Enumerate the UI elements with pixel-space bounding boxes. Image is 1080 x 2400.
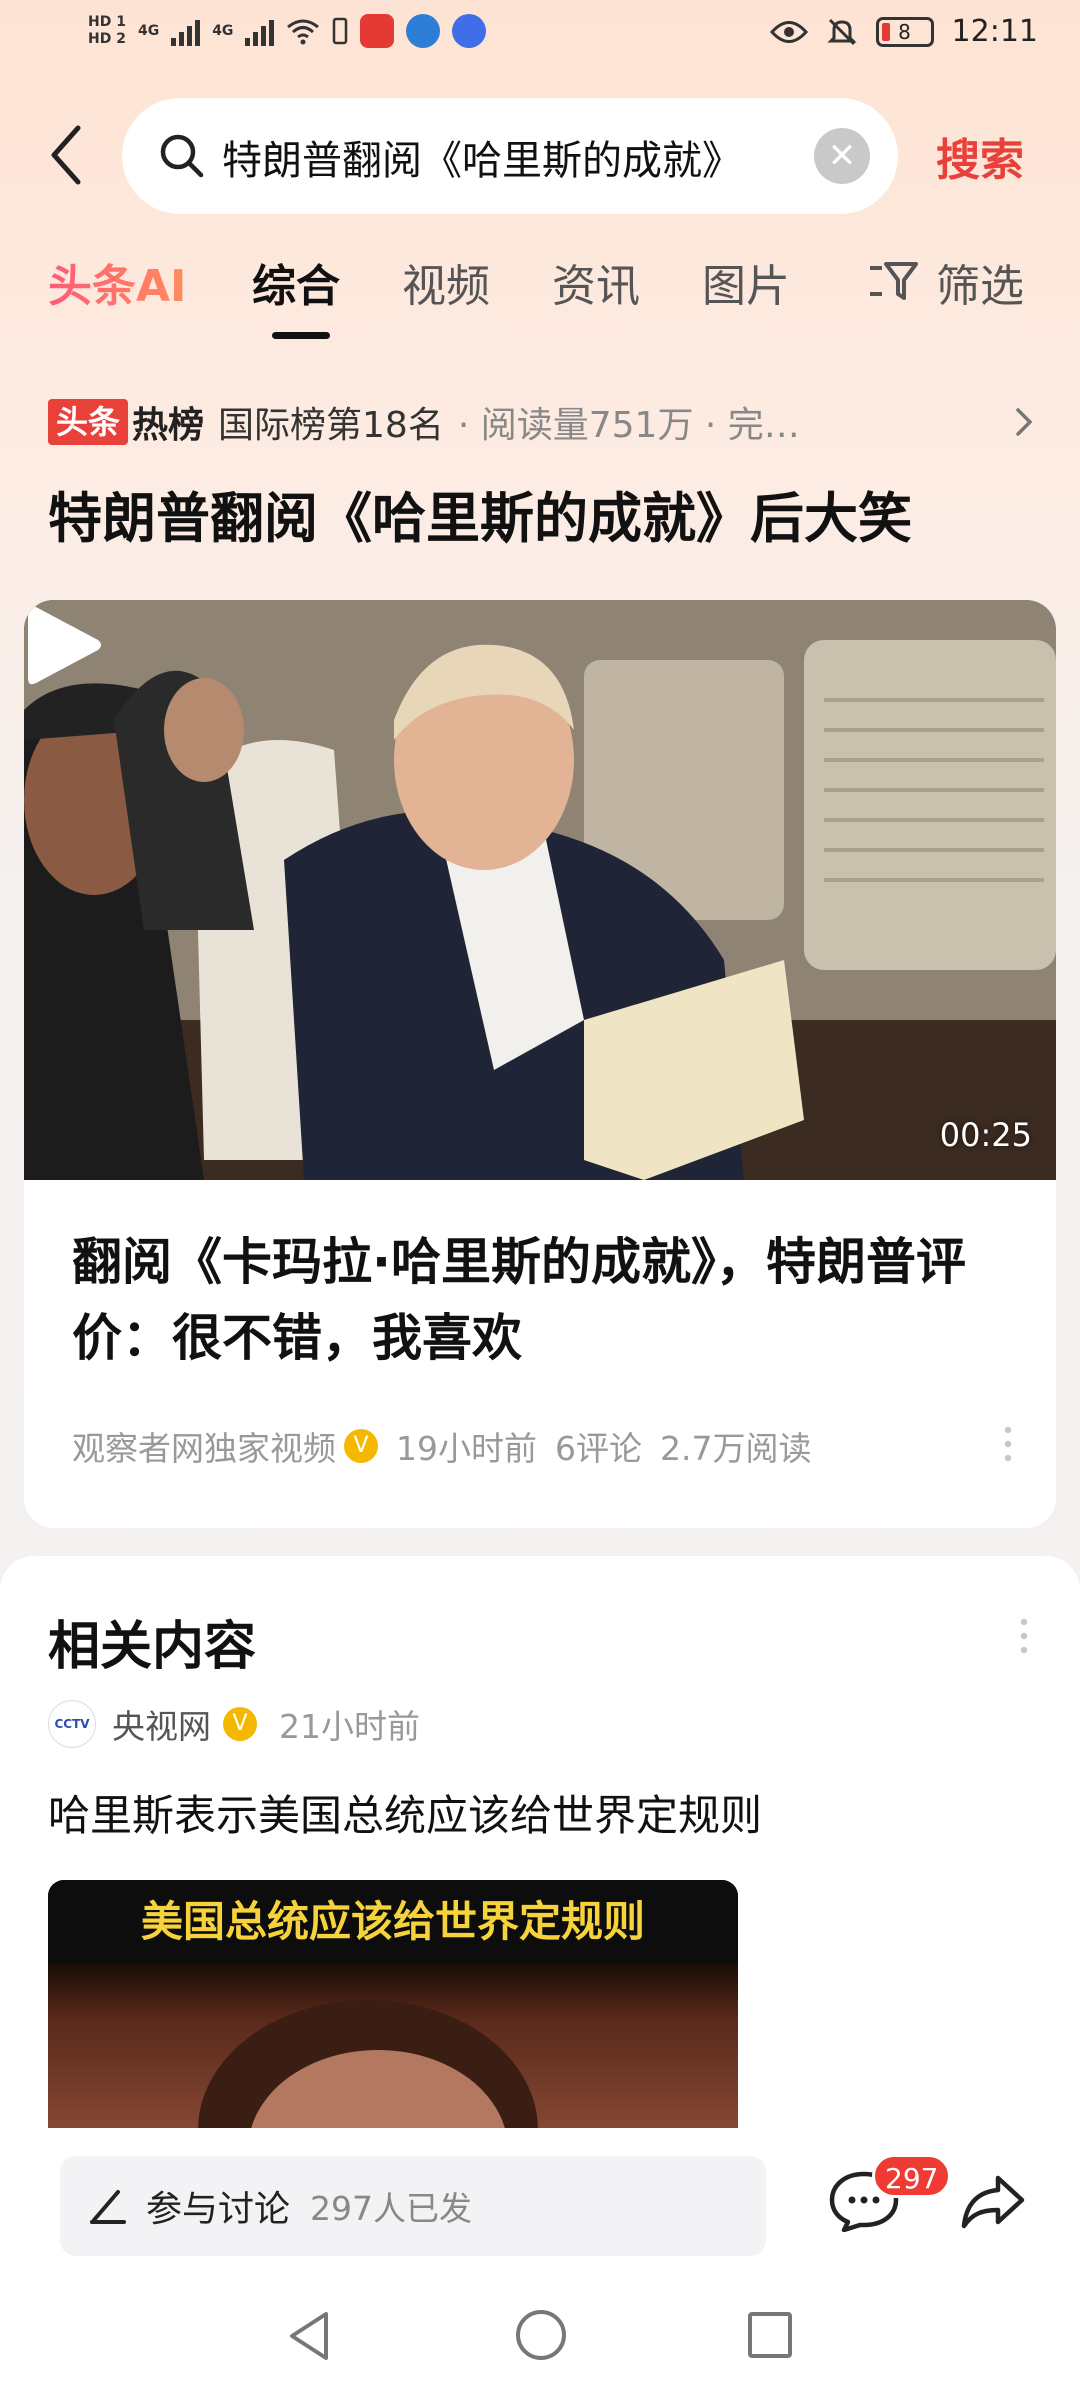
hd1-label: HD 1 (88, 14, 126, 30)
search-input[interactable]: 特朗普翻阅《哈里斯的成就》 (222, 128, 802, 186)
related-thumbnail[interactable]: 美国总统应该给世界定规则 (48, 1880, 738, 2140)
browser-app-icon (406, 14, 441, 48)
cctv-avatar: CCTV (48, 1700, 96, 1748)
comment-count-badge: 297 (872, 2154, 952, 2198)
video-reads: 2.7万阅读 (660, 1429, 812, 1468)
mute-bell-icon (826, 18, 857, 45)
nav-recent-apps-icon[interactable] (746, 2310, 794, 2360)
related-time: 21小时前 (279, 1707, 420, 1746)
verified-icon: V (344, 1429, 378, 1463)
share-icon[interactable] (960, 2172, 1026, 2230)
play-icon[interactable] (24, 600, 104, 690)
clear-search-button[interactable]: ✕ (814, 128, 870, 184)
status-bar: HD 1 HD 2 4G 4G 8 12:11 (0, 0, 1080, 80)
join-discussion-button[interactable]: 参与讨论 297人已发 (60, 2156, 766, 2256)
nav-back-icon[interactable] (284, 2308, 334, 2364)
search-button[interactable]: 搜索 (936, 124, 1024, 188)
video-meta: 观察者网独家视频 V 19小时前 6评论 2.7万阅读 (72, 1422, 811, 1470)
huawei-app-icon (360, 14, 395, 48)
battery-indicator: 8 (875, 16, 934, 47)
status-left: HD 1 HD 2 4G 4G (88, 14, 487, 48)
discuss-count: 297人已发 (310, 2189, 473, 2228)
video-result-card[interactable]: 00:25 翻阅《卡玛拉·哈里斯的成就》，特朗普评价：很不错，我喜欢 观察者网独… (24, 600, 1056, 1528)
search-box[interactable]: 特朗普翻阅《哈里斯的成就》 ✕ (122, 98, 898, 214)
tab-filter[interactable]: 筛选 (936, 250, 1024, 314)
signal-icon (171, 16, 201, 46)
video-comments: 6评论 (555, 1429, 642, 1468)
hd-indicator: HD 1 HD 2 (88, 14, 126, 48)
hot-rank-label: 国际榜第18名 (218, 405, 444, 446)
clock: 12:11 (951, 14, 1038, 49)
video-source[interactable]: 观察者网独家视频 (72, 1422, 336, 1470)
music-app-icon (452, 14, 487, 48)
active-tab-indicator (272, 332, 330, 339)
video-thumbnail (24, 600, 1056, 1180)
pen-icon (90, 2190, 126, 2224)
search-icon (160, 134, 204, 178)
discuss-label: 参与讨论 (146, 2189, 291, 2230)
status-right: 8 12:11 (769, 14, 1038, 49)
video-time: 19小时前 (396, 1429, 537, 1468)
tab-comprehensive[interactable]: 综合 (252, 250, 340, 314)
hot-rank-meta: · 阅读量751万 · 完… (457, 405, 800, 446)
video-player[interactable]: 00:25 (24, 600, 1056, 1180)
wifi-icon (287, 19, 320, 45)
nav-home-icon[interactable] (514, 2308, 568, 2362)
related-headline[interactable]: 哈里斯表示美国总统应该给世界定规则 (48, 1782, 762, 1843)
tab-video[interactable]: 视频 (402, 250, 490, 314)
search-tabs: 头条AI 综合 视频 资讯 图片 筛选 (0, 250, 1080, 350)
eye-icon (769, 20, 808, 43)
back-arrow-icon[interactable] (42, 120, 92, 190)
verified-icon: V (223, 1707, 257, 1741)
filter-icon[interactable] (868, 258, 920, 304)
hot-rank-row[interactable]: 头条 热榜 国际榜第18名 · 阅读量751万 · 完… (48, 392, 1038, 452)
hd2-label: HD 2 (88, 31, 126, 47)
hot-headline[interactable]: 特朗普翻阅《哈里斯的成就》后大笑 (48, 474, 912, 553)
hot-list-logo-text: 热榜 (132, 405, 205, 446)
more-options-icon[interactable] (1004, 1426, 1012, 1462)
related-source-row[interactable]: CCTV 央视网 V 21小时前 (48, 1700, 420, 1748)
phone-icon (333, 17, 348, 45)
hot-list-logo: 头条 热榜 (48, 398, 204, 446)
signal-icon-2 (245, 16, 275, 46)
related-title: 相关内容 (48, 1617, 257, 1677)
tab-news[interactable]: 资讯 (552, 250, 640, 314)
battery-level: 8 (898, 19, 911, 44)
system-nav-bar (0, 2278, 1080, 2400)
video-duration: 00:25 (939, 1116, 1032, 1154)
video-title[interactable]: 翻阅《卡玛拉·哈里斯的成就》，特朗普评价：很不错，我喜欢 (72, 1224, 1012, 1376)
toutiao-logo-text: 头条 (48, 399, 129, 445)
network2-label: 4G (212, 23, 234, 39)
more-options-icon[interactable] (1020, 1618, 1028, 1654)
close-icon: ✕ (827, 136, 857, 176)
tab-toutiao-ai[interactable]: 头条AI (48, 250, 186, 314)
network1-label: 4G (137, 23, 160, 39)
chevron-right-icon (1016, 408, 1033, 436)
tab-images[interactable]: 图片 (702, 250, 790, 314)
related-source: 央视网 (112, 1707, 211, 1746)
thumbnail-image (198, 2000, 538, 2140)
bottom-action-bar: 参与讨论 297人已发 297 (0, 2128, 1080, 2278)
